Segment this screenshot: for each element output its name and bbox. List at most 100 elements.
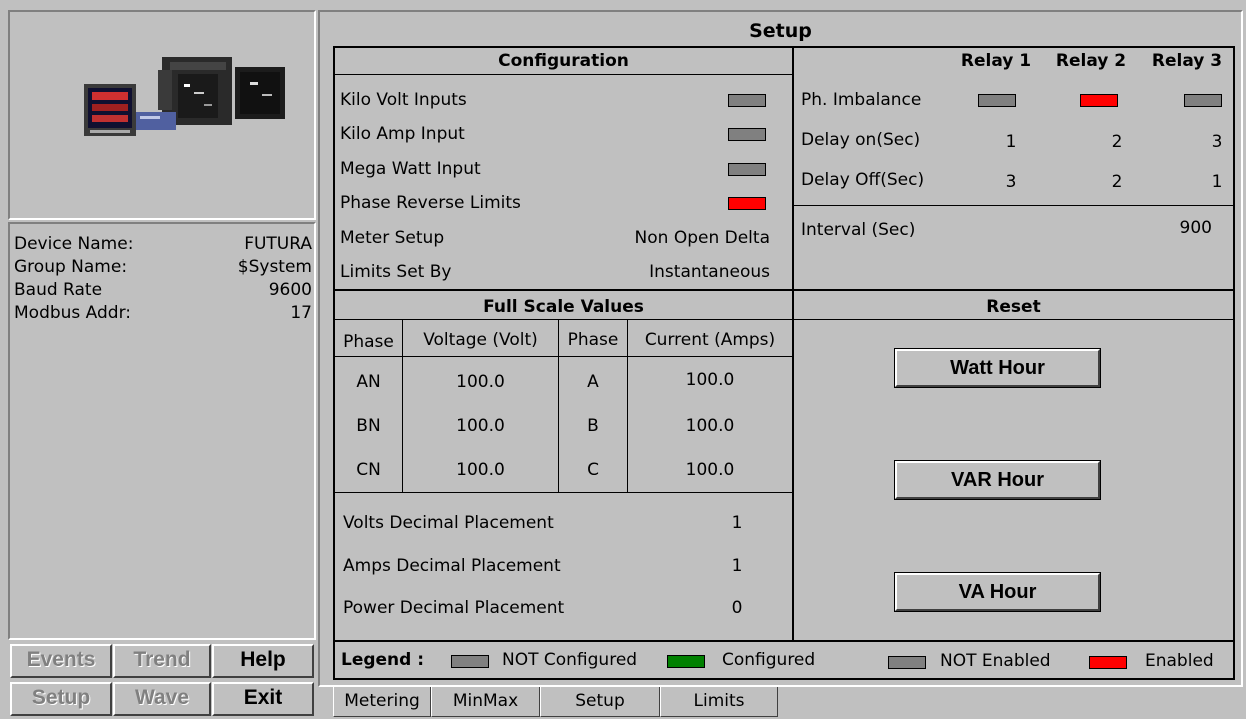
group-name-value: $System [237,257,312,277]
legend-not-enabled-label: NOT Enabled [940,651,1051,671]
group-name-label: Group Name: [14,257,128,277]
ph-imbalance-relay-2-indicator [1080,94,1118,107]
fs-row-a-phase: A [587,372,599,392]
device-name-value: FUTURA [244,234,312,254]
kilo-volt-label: Kilo Volt Inputs [340,90,467,110]
kilo-amp-indicator [728,128,766,141]
col-voltage-header: Voltage (Volt) [423,330,538,350]
mega-watt-indicator [728,163,766,176]
legend-not-configured-label: NOT Configured [502,650,638,670]
amps-dp-label: Amps Decimal Placement [343,556,561,576]
delay-off-relay-2: 2 [1111,172,1123,192]
baud-rate-label: Baud Rate [14,280,103,300]
legend-not-configured-swatch [451,655,489,668]
tab-setup[interactable]: Setup [540,687,660,717]
fs-row-an-phase: AN [356,372,381,392]
legend-enabled-swatch [1089,656,1127,669]
interval-label: Interval (Sec) [801,220,916,240]
legend-label: Legend : [341,650,425,670]
device-image-panel [8,10,316,220]
legend-configured-swatch [667,655,705,668]
center-divider [792,46,794,642]
kilo-amp-label: Kilo Amp Input [340,124,465,144]
full-scale-header: Full Scale Values [483,297,644,317]
help-button[interactable]: Help [212,644,314,678]
amps-dp-value: 1 [731,556,743,576]
delay-on-relay-3: 3 [1211,132,1223,152]
fs-row-cn-voltage: 100.0 [456,460,505,480]
modbus-addr-label: Modbus Addr: [14,303,132,323]
ph-imbalance-relay-1-indicator [978,94,1016,107]
tab-metering[interactable]: Metering [333,687,431,717]
frame-bottom [333,678,1235,680]
legend-divider [333,640,1235,642]
delay-off-label: Delay Off(Sec) [801,170,925,190]
delay-off-relay-3: 1 [1211,172,1223,192]
fs-col-header-line [335,356,792,357]
wave-button[interactable]: Wave [113,682,211,716]
reset-header: Reset [986,297,1041,317]
frame-left [333,46,335,680]
page-title: Setup [749,20,812,42]
frame-right [1233,46,1235,680]
fullscale-header-line [335,319,1233,320]
setup-button[interactable]: Setup [10,682,112,716]
events-button[interactable]: Events [10,644,112,678]
fs-row-bn-voltage: 100.0 [456,416,505,436]
frame-top [333,46,1235,48]
relay-3-header: Relay 3 [1151,51,1223,71]
ph-imbalance-label: Ph. Imbalance [801,90,922,110]
limits-set-by-value: Instantaneous [649,262,770,282]
device-name-label: Device Name: [14,234,134,254]
power-dp-label: Power Decimal Placement [343,598,565,618]
exit-button[interactable]: Exit [212,682,314,716]
limits-set-by-label: Limits Set By [340,262,452,282]
mega-watt-label: Mega Watt Input [340,159,481,179]
delay-off-relay-1: 3 [1005,172,1017,192]
fs-row-b-phase: B [587,416,599,436]
va-hour-reset-button[interactable]: VA Hour [894,572,1101,612]
baud-rate-value: 9600 [268,280,312,300]
phase-reverse-indicator [728,197,766,210]
trend-button[interactable]: Trend [113,644,211,678]
mid-divider [333,289,1235,291]
fs-row-c-phase: C [587,460,599,480]
fs-row-b-current: 100.0 [685,416,735,436]
modbus-addr-value: 17 [290,303,312,323]
configuration-header: Configuration [498,51,629,71]
col-current-header: Current (Amps) [644,330,776,350]
meter-setup-value: Non Open Delta [634,228,770,248]
relay-1-header: Relay 1 [960,51,1032,71]
meter-device-image [84,57,285,136]
col-phase-header: Phase [343,332,394,352]
device-info-panel: Device Name: FUTURA Group Name: $System … [8,222,316,640]
delay-on-label: Delay on(Sec) [801,130,921,150]
interval-value: 900 [1179,218,1212,238]
fs-row-an-voltage: 100.0 [456,372,505,392]
var-hour-reset-button[interactable]: VAR Hour [894,460,1101,500]
relay-2-header: Relay 2 [1055,51,1127,71]
power-dp-value: 0 [731,598,743,618]
fs-row-cn-phase: CN [356,460,381,480]
phase-reverse-label: Phase Reverse Limits [340,193,521,213]
legend-not-enabled-swatch [888,656,926,669]
fs-row-bn-phase: BN [356,416,381,436]
ph-imbalance-relay-3-indicator [1184,94,1222,107]
delay-on-relay-1: 1 [1005,132,1017,152]
meter-setup-label: Meter Setup [340,228,445,248]
fs-table-bottom-line [335,492,792,493]
col-phase2-header: Phase [567,330,619,350]
watt-hour-reset-button[interactable]: Watt Hour [894,348,1101,388]
kilo-volt-indicator [728,94,766,107]
tab-limits[interactable]: Limits [660,687,778,717]
legend-enabled-label: Enabled [1145,651,1214,671]
relay-interval-line [794,205,1233,206]
tab-minmax[interactable]: MinMax [431,687,540,717]
config-header-line [335,74,792,75]
volts-dp-value: 1 [731,513,743,533]
fs-row-c-current: 100.0 [685,460,735,480]
fs-row-a-current: 100.0 [685,370,735,390]
legend-configured-label: Configured [722,650,816,670]
delay-on-relay-2: 2 [1111,132,1123,152]
volts-dp-label: Volts Decimal Placement [343,513,554,533]
